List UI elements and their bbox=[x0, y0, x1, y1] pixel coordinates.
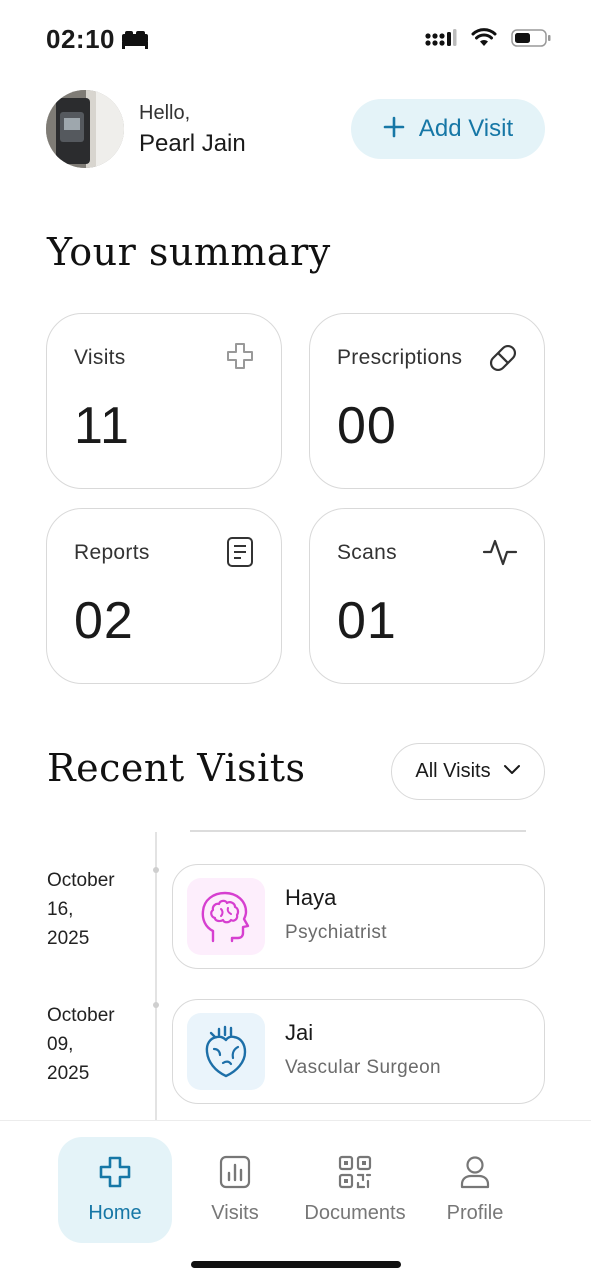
visit-date: October 09, 2025 bbox=[47, 1001, 142, 1088]
card-value: 01 bbox=[337, 592, 397, 650]
card-label: Reports bbox=[74, 541, 150, 564]
avatar[interactable] bbox=[46, 90, 124, 168]
status-time: 02:10 bbox=[46, 24, 115, 54]
filter-label: All Visits bbox=[415, 760, 491, 782]
divider bbox=[190, 830, 526, 832]
user-name: Pearl Jain bbox=[139, 130, 246, 157]
nav-label: Home bbox=[88, 1202, 142, 1224]
visit-date-day: 16, bbox=[47, 899, 74, 920]
card-label: Visits bbox=[74, 346, 126, 369]
card-label: Scans bbox=[337, 541, 397, 564]
doctor-specialty: Vascular Surgeon bbox=[285, 1057, 442, 1078]
wifi-icon bbox=[471, 28, 497, 53]
card-value: 11 bbox=[74, 397, 130, 455]
visit-date-year: 2025 bbox=[47, 1063, 90, 1084]
document-icon bbox=[225, 536, 255, 573]
home-indicator[interactable] bbox=[191, 1261, 401, 1268]
prescriptions-summary-card[interactable]: Prescriptions 00 bbox=[309, 313, 545, 489]
add-visit-button[interactable]: Add Visit bbox=[351, 99, 545, 159]
heart-anatomy-icon bbox=[187, 1013, 265, 1090]
visit-date-year: 2025 bbox=[47, 928, 90, 949]
summary-title: Your summary bbox=[47, 230, 331, 274]
plus-icon bbox=[383, 116, 405, 143]
visit-date-day: 09, bbox=[47, 1034, 74, 1055]
card-value: 00 bbox=[337, 397, 397, 455]
add-visit-label: Add Visit bbox=[418, 115, 514, 142]
card-label: Prescriptions bbox=[337, 346, 463, 369]
nav-visits[interactable]: Visits bbox=[178, 1137, 292, 1243]
status-indicators bbox=[425, 28, 551, 53]
timeline-dot bbox=[153, 1002, 159, 1008]
brain-icon bbox=[187, 878, 265, 955]
doctor-specialty: Psychiatrist bbox=[285, 922, 387, 943]
reports-summary-card[interactable]: Reports 02 bbox=[46, 508, 282, 684]
scans-summary-card[interactable]: Scans 01 bbox=[309, 508, 545, 684]
card-value: 02 bbox=[74, 592, 134, 650]
qr-code-icon bbox=[338, 1155, 372, 1194]
timeline-dot bbox=[153, 867, 159, 873]
nav-label: Documents bbox=[304, 1202, 406, 1224]
nav-profile[interactable]: Profile bbox=[418, 1137, 532, 1243]
nav-home[interactable]: Home bbox=[58, 1137, 172, 1243]
sleep-mode-icon bbox=[121, 30, 149, 55]
pulse-icon bbox=[482, 536, 518, 573]
nav-label: Profile bbox=[446, 1202, 504, 1224]
visit-date-month: October bbox=[47, 1005, 115, 1026]
battery-icon bbox=[511, 28, 551, 53]
person-icon bbox=[459, 1155, 491, 1194]
visit-date: October 16, 2025 bbox=[47, 866, 142, 953]
bar-chart-icon bbox=[219, 1155, 251, 1194]
cellular-signal-icon bbox=[425, 28, 457, 53]
recent-visits-title: Recent Visits bbox=[47, 746, 306, 790]
visit-date-month: October bbox=[47, 870, 115, 891]
visits-filter-dropdown[interactable]: All Visits bbox=[391, 743, 545, 800]
pill-icon bbox=[486, 341, 520, 380]
chevron-down-icon bbox=[503, 763, 521, 781]
doctor-name: Jai bbox=[285, 1020, 314, 1045]
status-bar: 02:10 bbox=[0, 0, 591, 80]
doctor-name: Haya bbox=[285, 885, 337, 910]
nav-documents[interactable]: Documents bbox=[298, 1137, 412, 1243]
medical-cross-icon bbox=[225, 341, 255, 376]
bottom-nav: Home Visits Documents Profile bbox=[0, 1120, 591, 1280]
visit-card[interactable]: Haya Psychiatrist bbox=[172, 864, 545, 969]
greeting-text: Hello, bbox=[139, 102, 191, 124]
medical-cross-icon bbox=[98, 1155, 132, 1194]
visits-summary-card[interactable]: Visits 11 bbox=[46, 313, 282, 489]
visit-card[interactable]: Jai Vascular Surgeon bbox=[172, 999, 545, 1104]
nav-label: Visits bbox=[211, 1202, 259, 1224]
timeline-line bbox=[155, 832, 157, 1122]
